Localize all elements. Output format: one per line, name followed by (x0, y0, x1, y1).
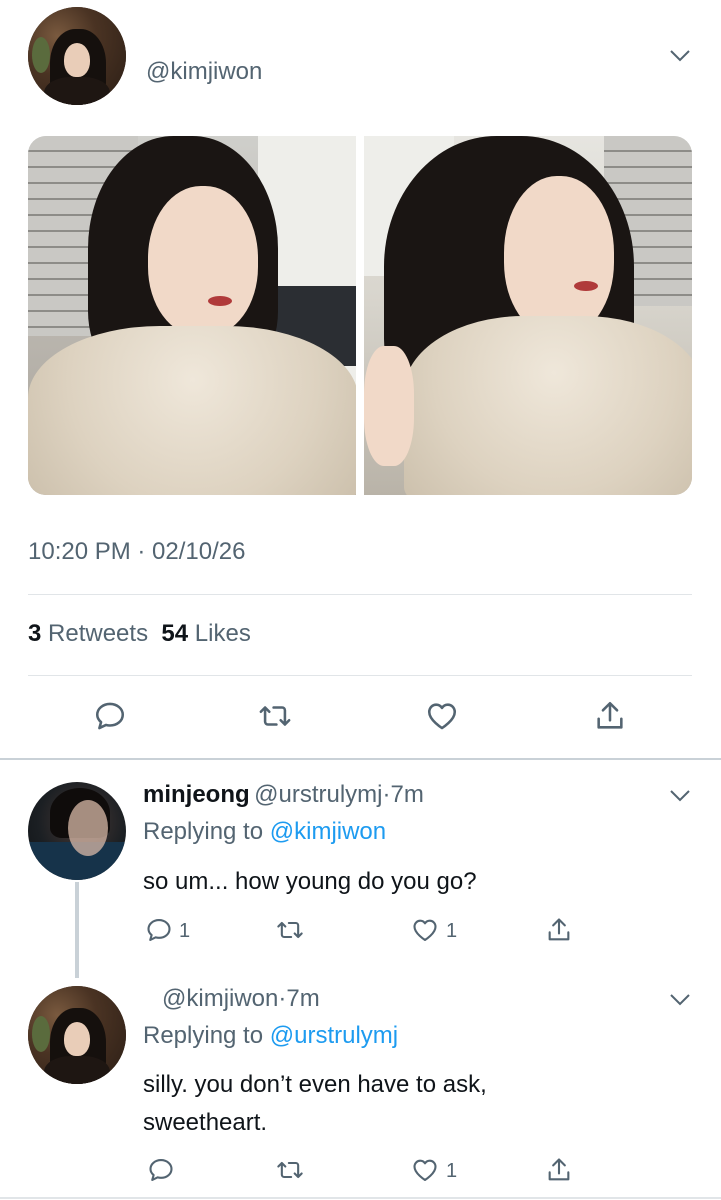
reply-avatar-minjeong[interactable] (28, 782, 126, 880)
reply-time[interactable]: 7m (391, 781, 424, 808)
fur-coat (28, 326, 356, 495)
tweet-timestamp[interactable]: 10:20 PM · 02/10/26 (28, 538, 245, 566)
reply-text: so um... how young do you go? (143, 868, 477, 895)
thread-connector (75, 882, 79, 978)
reply-count: 1 (179, 920, 191, 942)
reply-text-line-2: sweetheart. (143, 1109, 268, 1136)
reply-text-line-1: silly. you don’t even have to ask, (143, 1071, 487, 1098)
divider (28, 594, 692, 595)
section-divider (0, 758, 721, 760)
reply-icon[interactable] (145, 916, 173, 944)
media-photo-right[interactable] (364, 136, 692, 495)
reply-icon[interactable] (147, 1156, 175, 1184)
retweets-label[interactable]: Retweets (48, 620, 148, 647)
share-icon[interactable] (593, 699, 627, 733)
reply-time[interactable]: 7m (286, 985, 319, 1012)
divider (28, 675, 692, 676)
replying-to-link[interactable]: @kimjiwon (270, 818, 386, 845)
reply-header: @kimjiwon·7m (162, 985, 320, 1013)
reply-handle[interactable]: @urstrulymj (254, 781, 382, 808)
replying-to: Replying to @urstrulymj (143, 1022, 398, 1050)
avatar-plant (32, 37, 50, 73)
fur-coat (404, 316, 692, 495)
replying-prefix: Replying to (143, 1022, 264, 1049)
reply-header: minjeong @urstrulymj·7m (143, 781, 424, 809)
chevron-down-icon[interactable] (668, 987, 692, 1011)
like-count: 1 (446, 1160, 458, 1182)
tweet-media[interactable] (28, 136, 692, 495)
author-handle[interactable]: @kimjiwon (146, 58, 262, 86)
avatar-face (68, 800, 108, 856)
share-icon[interactable] (545, 1156, 573, 1184)
heart-icon[interactable] (411, 1156, 439, 1184)
bottom-divider (0, 1197, 721, 1199)
likes-count[interactable]: 54 (161, 620, 188, 647)
avatar-face (64, 43, 90, 77)
likes-label[interactable]: Likes (195, 620, 251, 647)
replying-to-link[interactable]: @urstrulymj (270, 1022, 398, 1049)
face (504, 176, 614, 336)
avatar-plant (32, 1016, 50, 1052)
like-count: 1 (446, 920, 458, 942)
chevron-down-icon[interactable] (668, 783, 692, 807)
avatar-body (44, 77, 110, 105)
reply-avatar-kimjiwon[interactable] (28, 986, 126, 1084)
avatar-face (64, 1022, 90, 1056)
retweet-icon[interactable] (258, 699, 292, 733)
heart-icon[interactable] (411, 916, 439, 944)
lips (208, 296, 232, 306)
hand (364, 346, 414, 466)
tweet-stats: 3 Retweets 54 Likes (28, 620, 251, 648)
retweet-icon[interactable] (276, 916, 304, 944)
reply-icon[interactable] (93, 699, 127, 733)
retweets-count[interactable]: 3 (28, 620, 41, 647)
media-photo-left[interactable] (28, 136, 356, 495)
retweet-icon[interactable] (276, 1156, 304, 1184)
replying-prefix: Replying to (143, 818, 264, 845)
replying-to: Replying to @kimjiwon (143, 818, 386, 846)
reply-handle[interactable]: @kimjiwon (162, 985, 278, 1012)
lips (574, 281, 598, 291)
author-avatar[interactable] (28, 7, 126, 105)
face (148, 186, 258, 336)
heart-icon[interactable] (425, 699, 459, 733)
avatar-body (44, 1056, 110, 1084)
chevron-down-icon[interactable] (668, 43, 692, 67)
reply-display-name[interactable]: minjeong (143, 781, 250, 808)
meta-dot: · (382, 781, 391, 808)
share-icon[interactable] (545, 916, 573, 944)
